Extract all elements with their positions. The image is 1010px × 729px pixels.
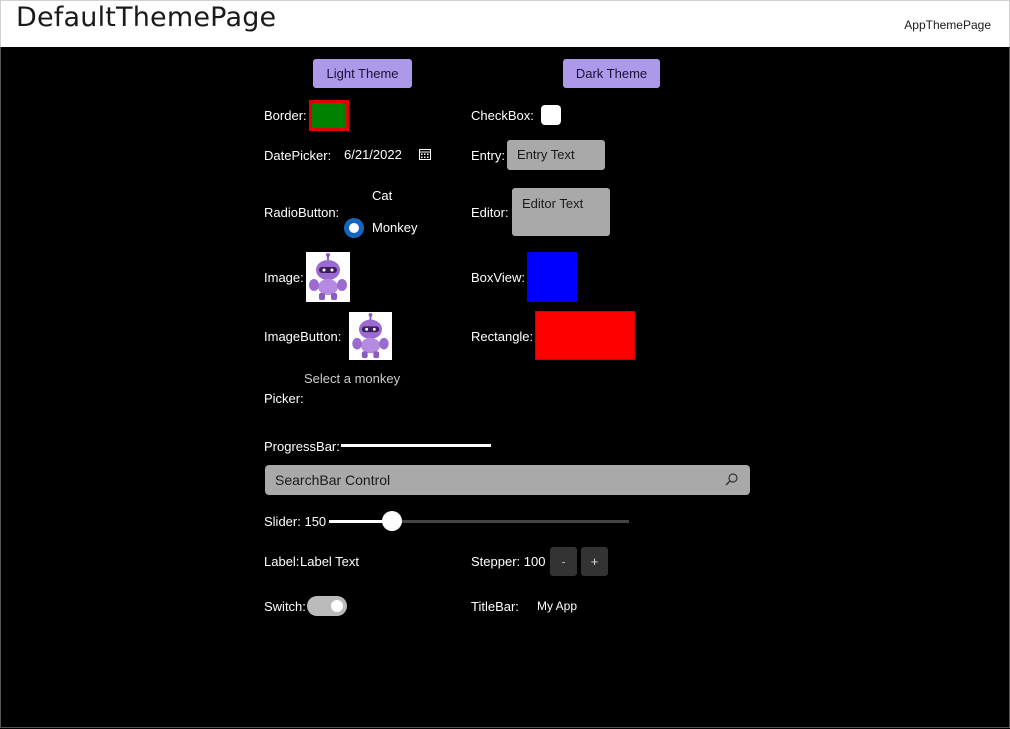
titlebar-label: TitleBar: xyxy=(471,599,519,614)
light-theme-button[interactable]: Light Theme xyxy=(313,59,412,88)
app-theme-page-label[interactable]: AppThemePage xyxy=(904,18,991,32)
bot-image-button[interactable] xyxy=(349,312,392,360)
app-header: DefaultThemePage AppThemePage xyxy=(0,0,1010,48)
radio-option-monkey[interactable]: Monkey xyxy=(372,220,418,235)
rectangle-label: Rectangle: xyxy=(471,329,534,344)
imagebutton-label: ImageButton: xyxy=(264,329,342,344)
entry-field[interactable]: Entry Text xyxy=(507,140,605,170)
switch-knob xyxy=(331,600,343,612)
search-icon[interactable] xyxy=(725,473,738,486)
image-label: Image: xyxy=(264,270,304,285)
progress-bar xyxy=(341,444,491,447)
progressbar-label: ProgressBar: xyxy=(264,439,340,454)
picker-label: Picker: xyxy=(264,391,304,406)
label-control-value: Label Text xyxy=(300,554,360,569)
page-content xyxy=(0,47,1010,728)
bot-image xyxy=(306,252,350,302)
stepper-minus-button[interactable]: - xyxy=(550,547,577,576)
robot-icon xyxy=(352,312,389,359)
searchbar-text[interactable]: SearchBar Control xyxy=(275,472,390,488)
boxview xyxy=(527,252,577,302)
slider-label: Slider: 150 xyxy=(264,514,327,529)
checkbox-label: CheckBox: xyxy=(471,108,534,123)
rectangle-shape xyxy=(535,311,635,360)
switch-toggle[interactable] xyxy=(307,596,347,616)
titlebar-value: My App xyxy=(537,599,578,613)
radio-label: RadioButton: xyxy=(264,205,340,220)
datepicker-label: DatePicker: xyxy=(264,148,332,163)
border-label: Border: xyxy=(264,108,307,123)
checkbox[interactable] xyxy=(541,105,561,125)
editor-label: Editor: xyxy=(471,205,509,220)
switch-label: Switch: xyxy=(264,599,306,614)
label-control-label: Label: xyxy=(264,554,300,569)
stepper-plus-button[interactable]: + xyxy=(581,547,608,576)
radio-selected-dot xyxy=(349,223,359,233)
datepicker-value[interactable]: 6/21/2022 xyxy=(344,147,402,162)
stepper-label: Stepper: 100 xyxy=(471,554,546,569)
radio-option-cat[interactable]: Cat xyxy=(372,188,392,203)
dark-theme-button[interactable]: Dark Theme xyxy=(563,59,660,88)
editor-field[interactable]: Editor Text xyxy=(512,188,610,236)
boxview-label: BoxView: xyxy=(471,270,525,285)
radio-button-monkey[interactable] xyxy=(344,218,364,238)
picker-placeholder[interactable]: Select a monkey xyxy=(304,371,400,386)
page-title: DefaultThemePage xyxy=(16,2,277,33)
robot-icon xyxy=(309,253,347,300)
slider-thumb[interactable] xyxy=(382,511,402,531)
calendar-icon[interactable] xyxy=(419,148,431,160)
entry-label: Entry: xyxy=(471,148,505,163)
border-control xyxy=(309,100,349,131)
searchbar[interactable]: SearchBar Control xyxy=(265,465,750,495)
